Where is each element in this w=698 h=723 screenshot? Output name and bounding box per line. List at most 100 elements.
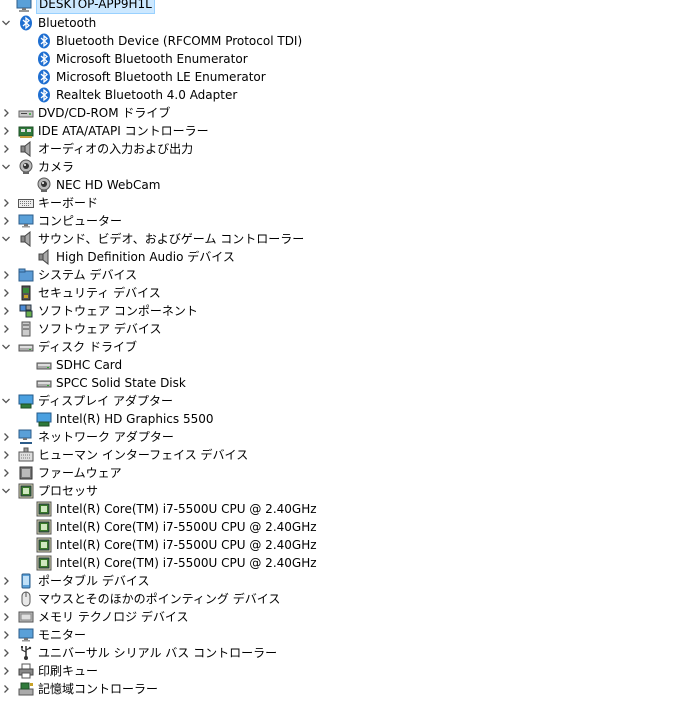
- tree-item-label: セキュリティ デバイス: [38, 286, 161, 300]
- tree-item-label: ユニバーサル シリアル バス コントローラー: [38, 646, 278, 660]
- chevron-down-icon[interactable]: [0, 482, 12, 500]
- tree-device[interactable]: Microsoft Bluetooth LE Enumerator: [18, 68, 266, 86]
- chevron-right-icon[interactable]: [0, 284, 12, 302]
- camera-icon: [18, 159, 34, 175]
- chevron-right-icon[interactable]: [0, 626, 12, 644]
- tree-category[interactable]: ポータブル デバイス: [0, 572, 149, 590]
- tree-category[interactable]: 印刷キュー: [0, 662, 98, 680]
- tree-category[interactable]: メモリ テクノロジ デバイス: [0, 608, 189, 626]
- processor-icon: [36, 501, 52, 517]
- chevron-right-icon[interactable]: [0, 266, 12, 284]
- chevron-right-icon[interactable]: [0, 464, 12, 482]
- tree-item-label: ヒューマン インターフェイス デバイス: [38, 448, 249, 462]
- chevron-down-icon[interactable]: [0, 158, 12, 176]
- chevron-right-icon[interactable]: [0, 608, 12, 626]
- tree-device[interactable]: NEC HD WebCam: [18, 176, 160, 194]
- chevron-right-icon[interactable]: [0, 104, 12, 122]
- chevron-right-icon[interactable]: [0, 572, 12, 590]
- tree-category[interactable]: カメラ: [0, 158, 74, 176]
- tree-category[interactable]: ネットワーク アダプター: [0, 428, 174, 446]
- tree-category[interactable]: Bluetooth: [0, 14, 96, 32]
- tree-device[interactable]: Intel(R) HD Graphics 5500: [18, 410, 214, 428]
- printer-icon: [18, 663, 34, 679]
- tree-device[interactable]: SPCC Solid State Disk: [18, 374, 186, 392]
- tree-device[interactable]: Microsoft Bluetooth Enumerator: [18, 50, 248, 68]
- tree-item-label: サウンド、ビデオ、およびゲーム コントローラー: [38, 232, 305, 246]
- tree-category[interactable]: マウスとそのほかのポインティング デバイス: [0, 590, 280, 608]
- tree-device[interactable]: Bluetooth Device (RFCOMM Protocol TDI): [18, 32, 302, 50]
- tree-category[interactable]: プロセッサ: [0, 482, 98, 500]
- tree-item-label: オーディオの入力および出力: [38, 142, 194, 156]
- chevron-down-icon[interactable]: [0, 392, 12, 410]
- tree-item-label: Intel(R) Core(TM) i7-5500U CPU @ 2.40GHz: [56, 520, 317, 534]
- tree-category[interactable]: サウンド、ビデオ、およびゲーム コントローラー: [0, 230, 304, 248]
- camera-icon: [36, 177, 52, 193]
- tree-item-label: メモリ テクノロジ デバイス: [38, 610, 189, 624]
- hid-icon: [18, 447, 34, 463]
- chevron-down-icon[interactable]: [0, 338, 12, 356]
- chevron-right-icon[interactable]: [0, 680, 12, 698]
- tree-category[interactable]: モニター: [0, 626, 86, 644]
- tree-category[interactable]: ソフトウェア デバイス: [0, 320, 161, 338]
- tree-item-label: Intel(R) Core(TM) i7-5500U CPU @ 2.40GHz: [56, 538, 317, 552]
- chevron-right-icon[interactable]: [0, 140, 12, 158]
- tree-device[interactable]: Intel(R) Core(TM) i7-5500U CPU @ 2.40GHz: [18, 500, 317, 518]
- tree-category[interactable]: ユニバーサル シリアル バス コントローラー: [0, 644, 277, 662]
- bluetooth-icon: [18, 15, 34, 31]
- chevron-right-icon[interactable]: [0, 662, 12, 680]
- speaker-icon: [18, 231, 34, 247]
- chevron-right-icon[interactable]: [0, 122, 12, 140]
- tree-category[interactable]: ヒューマン インターフェイス デバイス: [0, 446, 248, 464]
- tree-category[interactable]: システム デバイス: [0, 266, 137, 284]
- tree-item-label: カメラ: [38, 160, 75, 174]
- tree-category[interactable]: ディスプレイ アダプター: [0, 392, 173, 410]
- tree-category[interactable]: ソフトウェア コンポーネント: [0, 302, 198, 320]
- tree-device[interactable]: Intel(R) Core(TM) i7-5500U CPU @ 2.40GHz: [18, 536, 317, 554]
- tree-item-label: キーボード: [38, 196, 99, 210]
- network-adapter-icon: [18, 429, 34, 445]
- firmware-icon: [18, 465, 34, 481]
- tree-category[interactable]: コンピューター: [0, 212, 122, 230]
- tree-category[interactable]: セキュリティ デバイス: [0, 284, 161, 302]
- tree-category[interactable]: ディスク ドライブ: [0, 338, 137, 356]
- display-adapter-icon: [36, 411, 52, 427]
- tree-category[interactable]: キーボード: [0, 194, 98, 212]
- chevron-right-icon[interactable]: [0, 590, 12, 608]
- tree-item-label: マウスとそのほかのポインティング デバイス: [38, 592, 281, 606]
- chevron-right-icon[interactable]: [0, 320, 12, 338]
- device-tree[interactable]: DESKTOP-APP9H1L Bluetooth Bluetooth Device…: [0, 0, 698, 723]
- usb-controller-icon: [18, 645, 34, 661]
- tree-device[interactable]: Realtek Bluetooth 4.0 Adapter: [18, 86, 237, 104]
- tree-category[interactable]: IDE ATA/ATAPI コントローラー: [0, 122, 209, 140]
- tree-device[interactable]: Intel(R) Core(TM) i7-5500U CPU @ 2.40GHz: [18, 518, 317, 536]
- tree-device[interactable]: High Definition Audio デバイス: [18, 248, 235, 266]
- tree-root-computer[interactable]: DESKTOP-APP9H1L: [0, 0, 155, 14]
- tree-category[interactable]: オーディオの入力および出力: [0, 140, 193, 158]
- chevron-right-icon[interactable]: [0, 194, 12, 212]
- chevron-right-icon[interactable]: [0, 446, 12, 464]
- tree-category[interactable]: DVD/CD-ROM ドライブ: [0, 104, 170, 122]
- tree-item-label: Bluetooth: [38, 16, 97, 30]
- portable-device-icon: [18, 573, 34, 589]
- bluetooth-icon: [36, 33, 52, 49]
- tree-category[interactable]: ファームウェア: [0, 464, 122, 482]
- disk-drive-icon: [36, 357, 52, 373]
- chevron-down-icon[interactable]: [0, 230, 12, 248]
- tree-item-label: ソフトウェア デバイス: [38, 322, 162, 336]
- chevron-down-icon[interactable]: [0, 14, 12, 32]
- tree-item-label: 印刷キュー: [38, 664, 99, 678]
- chevron-right-icon[interactable]: [0, 428, 12, 446]
- tree-category[interactable]: 記憶域コントローラー: [0, 680, 158, 698]
- chevron-right-icon[interactable]: [0, 302, 12, 320]
- chevron-right-icon[interactable]: [0, 212, 12, 230]
- tree-item-label: Microsoft Bluetooth LE Enumerator: [56, 70, 266, 84]
- tree-device[interactable]: Intel(R) Core(TM) i7-5500U CPU @ 2.40GHz: [18, 554, 317, 572]
- processor-icon: [36, 537, 52, 553]
- chevron-right-icon[interactable]: [0, 644, 12, 662]
- tree-item-label: High Definition Audio デバイス: [56, 250, 235, 264]
- tree-device[interactable]: SDHC Card: [18, 356, 122, 374]
